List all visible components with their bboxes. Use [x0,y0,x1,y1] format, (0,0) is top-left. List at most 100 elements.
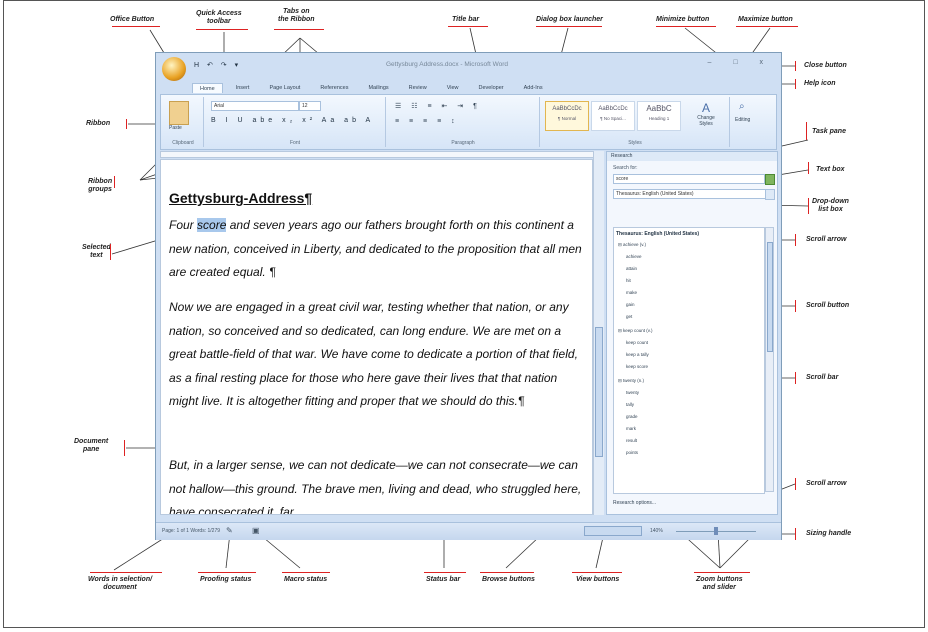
tab-add-ins[interactable]: Add-Ins [517,83,550,93]
list-item[interactable]: keep a tally [626,352,649,357]
title-bar: Gettysburg Address.docx - Microsoft Word [386,61,508,68]
group-clipboard: Paste Clipboard [163,97,204,147]
list-item[interactable]: hit [626,278,631,283]
task-pane-scroll-thumb[interactable] [767,242,773,352]
paste-button[interactable] [169,101,189,125]
search-label: Search for: [613,165,638,171]
list-item[interactable]: attain [626,266,637,271]
callout-macro-status: Macro status [284,576,328,583]
office-button[interactable] [162,57,186,81]
alignment-buttons-icon[interactable]: ≡ ≡ ≡ ≡ ↕ [395,118,459,125]
callout-task-pane: Task pane [812,128,846,135]
style-normal[interactable]: AaBbCcDc ¶ Normal [545,101,589,131]
callout-words-in-selection: Words in selection/ document [88,576,153,591]
style-heading-1-preview: AaBbC [646,104,672,113]
ribbon-tabs: Home Insert Page Layout References Maili… [192,83,550,93]
proofing-icon[interactable]: ✎ [226,526,233,535]
paragraph-buttons-icon[interactable]: ☰ ☷ ≡ ⇤ ⇥ ¶ [395,102,481,110]
callout-underline [112,26,160,27]
view-buttons[interactable] [584,526,642,536]
callout-underline [572,572,622,573]
style-no-spacing[interactable]: AaBbCcDc ¶ No Spaci... [591,101,635,131]
list-item[interactable]: ⊟ twenty (n.) [618,378,644,384]
callout-scroll-bar: Scroll bar [806,374,839,381]
callout-underline [90,572,162,573]
callout-close-button: Close button [804,62,847,69]
font-format-buttons[interactable]: B I U abe x₂ x² Aa ab A [211,117,374,124]
tab-mailings[interactable]: Mailings [361,83,395,93]
change-styles-button[interactable]: A Change Styles [691,101,721,127]
callout-tick [126,119,127,129]
macro-icon[interactable]: ▣ [252,526,260,535]
tab-view[interactable]: View [440,83,466,93]
callout-scroll-button: Scroll button [806,302,850,309]
tab-references[interactable]: References [313,83,355,93]
results-header: Thesaurus: English (United States) [616,231,700,237]
list-item[interactable]: ⊟ keep count (v.) [618,328,652,334]
editing-label: Editing [735,117,751,123]
callout-tick [806,122,807,140]
callout-underline [282,572,330,573]
reference-drop-down-list[interactable]: Thesaurus: English (United States) [613,189,767,199]
callout-tick [795,528,796,540]
callout-help-icon: Help icon [804,80,836,87]
callout-tick [795,372,796,384]
callout-tick [114,176,115,188]
document-pane[interactable]: Gettysburg-Address¶ Four score and seven… [160,159,593,515]
window-controls[interactable]: – □ x [707,59,773,66]
word-count[interactable]: Page: 1 of 1 Words: 1/279 [162,528,220,534]
search-text-box[interactable]: score [613,174,765,184]
list-item[interactable]: gain [626,302,635,307]
callout-quick-access-toolbar: Quick Access toolbar [196,10,242,25]
callout-proofing-status: Proofing status [200,576,252,583]
document-scroll-thumb[interactable] [595,327,603,457]
research-options-link[interactable]: Research options... [613,500,656,506]
callout-drop-down-list-box: Drop-down list box [812,198,849,213]
zoom-slider-thumb[interactable] [714,527,718,535]
tab-page-layout[interactable]: Page Layout [262,83,307,93]
callout-tick [795,234,796,246]
task-pane-header: Research [607,152,777,161]
tab-insert[interactable]: Insert [229,83,257,93]
list-item[interactable]: get [626,314,632,319]
callout-sizing-handle: Sizing handle [806,530,852,537]
callout-underline [448,26,488,27]
chevron-down-icon[interactable] [765,189,775,200]
zoom-level[interactable]: 140% [650,528,663,534]
list-item[interactable]: make [626,290,637,295]
list-item[interactable]: mark [626,426,636,431]
list-item[interactable]: twenty [626,390,639,395]
style-heading-1-name: Heading 1 [648,116,670,121]
horizontal-ruler[interactable] [160,151,597,158]
callout-tick [795,478,796,490]
callout-tick [795,61,796,71]
document-title: Gettysburg-Address¶ [169,190,313,206]
research-results: Thesaurus: English (United States) ⊟ ach… [613,227,765,494]
list-item[interactable]: ⊟ achieve (v.) [618,242,646,248]
list-item[interactable]: tally [626,402,634,407]
quick-access-toolbar[interactable]: H ↶ ↷ ▾ [194,61,241,69]
selected-text[interactable]: score [197,218,227,232]
list-item[interactable]: points [626,450,638,455]
list-item[interactable]: keep count [626,340,648,345]
tab-home[interactable]: Home [192,83,223,93]
task-pane-scrollbar[interactable] [765,227,774,492]
binoculars-icon[interactable]: ⌕ [739,101,745,112]
style-no-spacing-preview: AaBbCcDc [598,106,628,112]
list-item[interactable]: result [626,438,637,443]
tab-developer[interactable]: Developer [472,83,511,93]
list-item[interactable]: grade [626,414,638,419]
tab-review[interactable]: Review [402,83,434,93]
list-item[interactable]: keep score [626,364,648,369]
document-vertical-scrollbar[interactable] [593,151,604,515]
style-normal-name: ¶ Normal [557,116,577,121]
font-size-box[interactable]: 12 [299,101,321,111]
list-item[interactable]: achieve [626,254,642,259]
paragraph-3: But, in a larger sense, we can not dedic… [169,458,582,515]
font-name-box[interactable]: Arial [211,101,299,111]
paragraph-1: Four score and seven years ago our fathe… [169,214,587,285]
callout-tick [795,300,796,312]
start-search-button[interactable] [765,174,775,185]
style-heading-1[interactable]: AaBbC Heading 1 [637,101,681,131]
paragraph-2: Now we are engaged in a great civil war,… [169,300,578,409]
